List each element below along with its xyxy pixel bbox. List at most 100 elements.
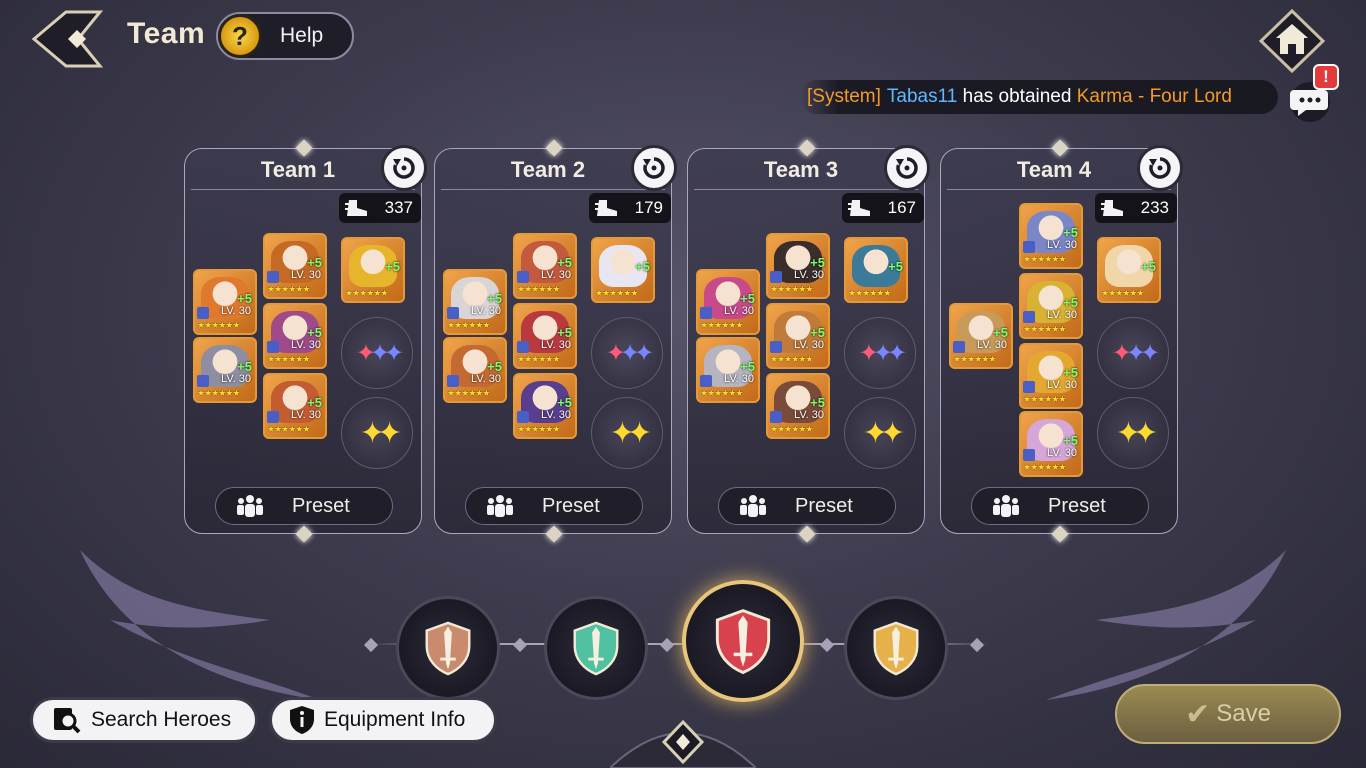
hero-card[interactable]: +5 LV. 30 ★★★★★★ [263, 303, 327, 369]
equipment-info-button[interactable]: Equipment Info [269, 697, 497, 743]
panel-top-ornament [295, 139, 313, 157]
hero-stars: ★★★★★★ [700, 320, 743, 330]
hero-stars: ★★★★★★ [595, 288, 638, 298]
system-message-banner: [System] Tabas11 has obtained Karma - Fo… [800, 80, 1278, 114]
system-item-name[interactable]: Karma - Four Lord [1077, 86, 1232, 108]
hero-plus-level: +5 [557, 395, 572, 410]
hero-card[interactable]: +5 LV. 30 ★★★★★★ [513, 373, 577, 439]
group-icon [740, 495, 766, 517]
hero-stars: ★★★★★★ [1023, 462, 1066, 472]
hero-plus-level: +5 [1141, 259, 1156, 274]
hero-card[interactable]: +5 LV. 30 ★★★★★★ [1019, 343, 1083, 409]
team-power-value: 167 [887, 198, 916, 217]
hero-stars: ★★★★★★ [267, 354, 310, 364]
reset-team-button[interactable] [381, 145, 427, 191]
buff-slot[interactable]: ✦✦ [844, 397, 916, 469]
hero-card[interactable]: +5 LV. 30 ★★★★★★ [1019, 411, 1083, 477]
preset-button[interactable]: Preset [971, 487, 1149, 525]
hero-level: LV. 30 [541, 339, 571, 351]
buff-slot[interactable]: ✦✦ [341, 397, 413, 469]
pet-slot[interactable]: +5 ★★★★★★ [1097, 237, 1161, 303]
search-icon [54, 708, 81, 734]
system-middle-text: has obtained [957, 86, 1077, 107]
preset-button[interactable]: Preset [215, 487, 393, 525]
hero-level: LV. 30 [221, 305, 251, 317]
connector-ornament [819, 637, 835, 653]
hero-card[interactable]: +5 LV. 30 ★★★★★★ [263, 233, 327, 299]
buff-slot[interactable]: ✦✦ [591, 397, 663, 469]
formation-slot[interactable]: ✦✦✦ [341, 317, 413, 389]
class-icon [1023, 311, 1035, 323]
class-icon [700, 307, 712, 319]
preset-label: Preset [1048, 494, 1106, 517]
help-button[interactable]: ? Help [216, 12, 354, 60]
hero-card[interactable]: +5 LV. 30 ★★★★★★ [696, 337, 760, 403]
hero-card[interactable]: +5 LV. 30 ★★★★★★ [513, 233, 577, 299]
hero-level: LV. 30 [541, 269, 571, 281]
hero-plus-level: +5 [1063, 433, 1078, 448]
reset-team-button[interactable] [884, 145, 930, 191]
formation-slot[interactable]: ✦✦✦ [844, 317, 916, 389]
hero-card[interactable]: +5 LV. 30 ★★★★★★ [766, 373, 830, 439]
hero-plus-level: +5 [740, 359, 755, 374]
emblem-crimson-button[interactable] [682, 580, 804, 702]
reset-team-button[interactable] [631, 145, 677, 191]
save-button[interactable]: ✔ Save [1115, 684, 1341, 744]
hero-stars: ★★★★★★ [517, 354, 560, 364]
connector-ornament [363, 637, 379, 653]
hero-card[interactable]: +5 LV. 30 ★★★★★★ [949, 303, 1013, 369]
hero-plus-level: +5 [888, 259, 903, 274]
pet-slot[interactable]: +5 ★★★★★★ [341, 237, 405, 303]
hero-card[interactable]: +5 LV. 30 ★★★★★★ [1019, 273, 1083, 339]
sparkle-gold-icon: ✦✦ [609, 416, 652, 450]
chat-alert-badge: ! [1313, 64, 1339, 90]
hero-plus-level: +5 [810, 255, 825, 270]
team-power-badge: 167 [842, 193, 924, 223]
reset-team-button[interactable] [1137, 145, 1183, 191]
hero-stars: ★★★★★★ [1023, 254, 1066, 264]
panel-bottom-ornament [798, 525, 816, 543]
hero-level: LV. 30 [794, 269, 824, 281]
hero-card[interactable]: +5 LV. 30 ★★★★★★ [766, 233, 830, 299]
formation-slot[interactable]: ✦✦✦ [591, 317, 663, 389]
buff-slot[interactable]: ✦✦ [1097, 397, 1169, 469]
hero-card[interactable]: +5 LV. 30 ★★★★★★ [443, 269, 507, 335]
sparkle-blue-icon: ✦✦✦ [355, 339, 404, 367]
class-icon [267, 341, 279, 353]
hero-stars: ★★★★★★ [197, 320, 240, 330]
preset-button[interactable]: Preset [465, 487, 643, 525]
emblem-gold-button[interactable] [844, 596, 948, 700]
hero-plus-level: +5 [237, 291, 252, 306]
shield-sword-icon [873, 621, 919, 676]
formation-slot[interactable]: ✦✦✦ [1097, 317, 1169, 389]
preset-button[interactable]: Preset [718, 487, 896, 525]
hero-stars: ★★★★★★ [1023, 394, 1066, 404]
hero-level: LV. 30 [221, 373, 251, 385]
back-button[interactable] [30, 8, 104, 70]
hero-card[interactable]: +5 LV. 30 ★★★★★★ [766, 303, 830, 369]
refresh-icon [1149, 157, 1171, 179]
emblem-bronze-button[interactable] [396, 596, 500, 700]
group-icon [993, 495, 1019, 517]
hero-card[interactable]: +5 LV. 30 ★★★★★★ [696, 269, 760, 335]
page-title: Team [127, 17, 206, 50]
system-player-name[interactable]: Tabas11 [887, 86, 957, 108]
class-icon [267, 271, 279, 283]
class-icon [1023, 241, 1035, 253]
pet-slot[interactable]: +5 ★★★★★★ [844, 237, 908, 303]
hero-card[interactable]: +5 LV. 30 ★★★★★★ [513, 303, 577, 369]
hero-plus-level: +5 [237, 359, 252, 374]
hero-card[interactable]: +5 LV. 30 ★★★★★★ [1019, 203, 1083, 269]
emblem-jade-button[interactable] [544, 596, 648, 700]
equipment-info-label: Equipment Info [324, 708, 466, 731]
class-icon [197, 307, 209, 319]
hero-card[interactable]: +5 LV. 30 ★★★★★★ [193, 269, 257, 335]
shield-info-icon [290, 706, 314, 734]
pet-slot[interactable]: +5 ★★★★★★ [591, 237, 655, 303]
search-heroes-button[interactable]: Search Heroes [30, 697, 258, 743]
hero-card[interactable]: +5 LV. 30 ★★★★★★ [263, 373, 327, 439]
hero-card[interactable]: +5 LV. 30 ★★★★★★ [443, 337, 507, 403]
hero-card[interactable]: +5 LV. 30 ★★★★★★ [193, 337, 257, 403]
refresh-icon [643, 157, 665, 179]
bottom-expand-tab[interactable] [610, 706, 756, 768]
